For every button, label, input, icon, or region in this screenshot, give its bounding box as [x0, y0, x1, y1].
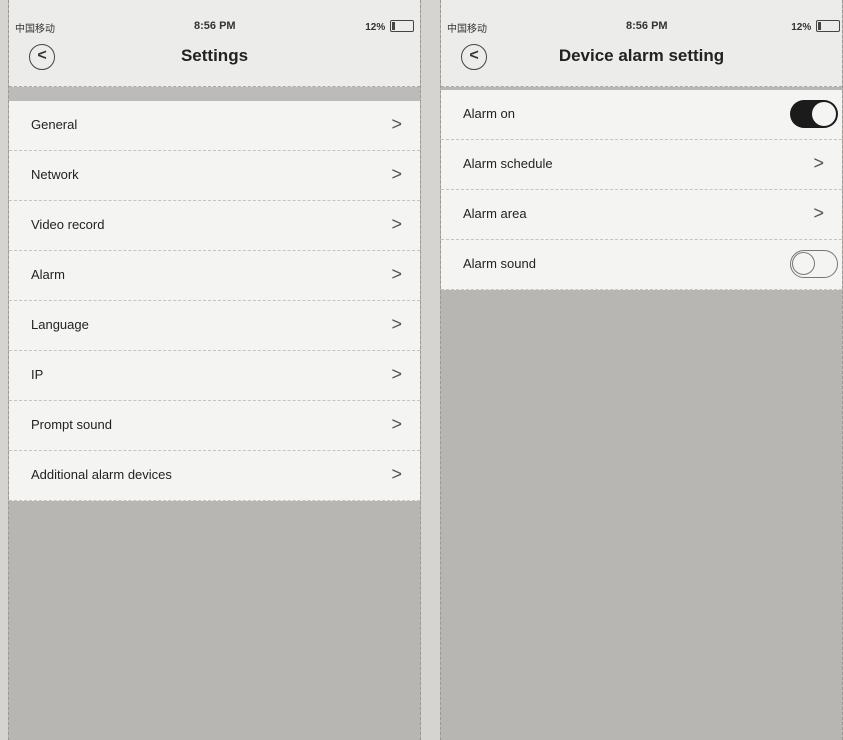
- settings-item-prompt-sound[interactable]: Prompt sound >: [9, 401, 420, 451]
- chevron-right-icon: >: [813, 203, 824, 223]
- settings-screen: 中国移动 8:56 PM 12% < Settings General > Ne…: [8, 0, 421, 740]
- list-item-label: Prompt sound: [31, 417, 112, 432]
- clock: 8:56 PM: [626, 20, 668, 32]
- list-item-label: General: [31, 117, 78, 132]
- list-item-label: Alarm: [31, 267, 65, 282]
- list-item-label: Additional alarm devices: [31, 467, 172, 482]
- chevron-right-icon: >: [391, 464, 402, 484]
- chevron-right-icon: >: [391, 364, 402, 384]
- settings-item-video-record[interactable]: Video record >: [9, 201, 420, 251]
- alarm-on-row: Alarm on: [441, 90, 842, 140]
- settings-item-alarm[interactable]: Alarm >: [9, 251, 420, 301]
- list-item-label: Alarm on: [463, 106, 516, 121]
- battery-indicator: 12%: [365, 20, 414, 33]
- chevron-right-icon: >: [391, 314, 402, 334]
- battery-percent: 12%: [365, 22, 386, 33]
- page-title: Settings: [180, 46, 249, 65]
- chevron-right-icon: >: [813, 153, 824, 173]
- list-item-label: Alarm area: [463, 206, 527, 221]
- clock: 8:56 PM: [194, 20, 236, 32]
- settings-list: General > Network > Video record > Alarm…: [9, 101, 420, 501]
- battery-icon: [390, 20, 414, 32]
- chevron-right-icon: >: [391, 414, 402, 434]
- status-bar: 中国移动 8:56 PM 12%: [441, 0, 842, 42]
- list-item-label: Language: [31, 317, 89, 332]
- navigation-bar: < Settings: [9, 42, 420, 87]
- device-alarm-setting-screen: 中国移动 8:56 PM 12% < Device alarm setting …: [440, 0, 843, 740]
- alarm-sound-toggle[interactable]: [790, 250, 838, 278]
- toggle-knob: [812, 102, 836, 126]
- toggle-knob: [792, 252, 815, 275]
- list-item-label: Alarm sound: [463, 256, 536, 271]
- alarm-on-toggle[interactable]: [790, 100, 838, 128]
- settings-item-language[interactable]: Language >: [9, 301, 420, 351]
- chevron-right-icon: >: [391, 264, 402, 284]
- chevron-right-icon: >: [391, 214, 402, 234]
- battery-icon: [816, 20, 840, 32]
- page-title: Device alarm setting: [558, 46, 725, 65]
- alarm-schedule-row[interactable]: Alarm schedule >: [441, 140, 842, 190]
- alarm-settings-list: Alarm on Alarm schedule > Alarm area > A…: [441, 90, 842, 290]
- battery-percent: 12%: [791, 22, 812, 33]
- alarm-area-row[interactable]: Alarm area >: [441, 190, 842, 240]
- list-item-label: Alarm schedule: [463, 156, 553, 171]
- carrier-label: 中国移动: [447, 24, 487, 35]
- navigation-bar: < Device alarm setting: [441, 42, 842, 87]
- list-item-label: Video record: [31, 217, 105, 232]
- list-item-label: IP: [31, 367, 44, 382]
- section-gap: [9, 87, 420, 101]
- battery-indicator: 12%: [791, 20, 840, 33]
- chevron-right-icon: >: [391, 164, 402, 184]
- carrier-label: 中国移动: [15, 24, 55, 35]
- settings-item-additional-alarm-devices[interactable]: Additional alarm devices >: [9, 451, 420, 501]
- settings-item-ip[interactable]: IP >: [9, 351, 420, 401]
- settings-item-general[interactable]: General >: [9, 101, 420, 151]
- status-bar: 中国移动 8:56 PM 12%: [9, 0, 420, 42]
- alarm-sound-row: Alarm sound: [441, 240, 842, 290]
- chevron-right-icon: >: [391, 114, 402, 134]
- list-item-label: Network: [31, 167, 79, 182]
- settings-item-network[interactable]: Network >: [9, 151, 420, 201]
